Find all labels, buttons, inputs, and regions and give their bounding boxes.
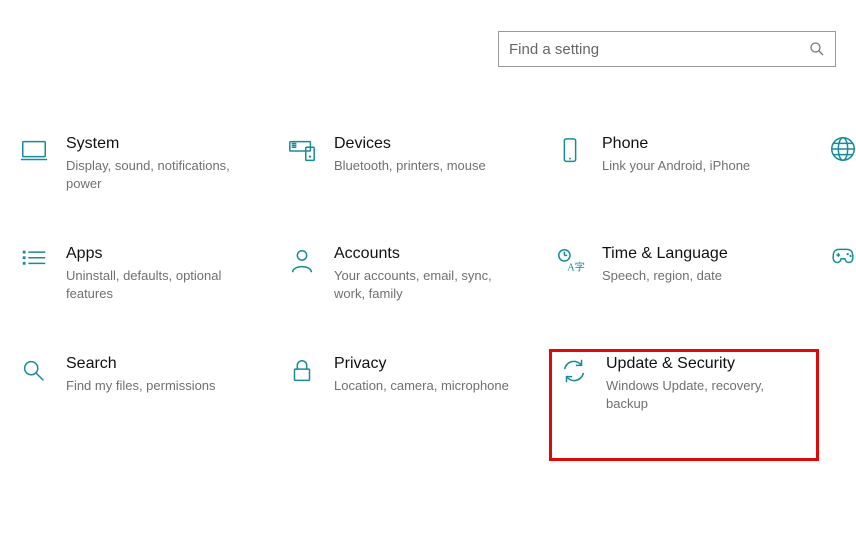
search-input[interactable] [509,41,809,58]
tile-desc: Uninstall, defaults, optional features [66,267,254,302]
tile-privacy[interactable]: Privacy Location, camera, microphone [282,350,550,460]
tile-desc: Display, sound, notifications, power [66,157,254,192]
tile-desc: Your accounts, email, sync, work, family [334,267,522,302]
tile-time-language[interactable]: A字 Time & Language Speech, region, date [550,240,818,350]
settings-grid: System Display, sound, notifications, po… [14,130,856,460]
svg-text:A字: A字 [567,260,585,273]
privacy-icon [282,354,322,386]
system-icon [14,134,54,166]
time-language-icon: A字 [550,244,590,276]
phone-icon [550,134,590,166]
tile-title: Search [66,354,216,373]
gaming-icon[interactable] [828,240,856,270]
tile-title: Accounts [334,244,522,263]
tile-title: Phone [602,134,750,153]
tile-title: System [66,134,254,153]
tile-desc: Speech, region, date [602,267,728,285]
devices-icon [282,134,322,166]
tile-desc: Windows Update, recovery, backup [606,377,790,412]
search-box[interactable] [498,31,836,67]
tile-title: Update & Security [606,354,790,373]
network-internet-icon[interactable] [828,134,856,164]
tile-desc: Link your Android, iPhone [602,157,750,175]
search-icon [809,41,825,57]
tile-update-security[interactable]: Update & Security Windows Update, recove… [550,350,818,460]
tile-apps[interactable]: Apps Uninstall, defaults, optional featu… [14,240,282,350]
tile-search[interactable]: Search Find my files, permissions [14,350,282,460]
accounts-icon [282,244,322,276]
tile-system[interactable]: System Display, sound, notifications, po… [14,130,282,240]
tile-title: Privacy [334,354,509,373]
tile-devices[interactable]: Devices Bluetooth, printers, mouse [282,130,550,240]
tile-desc: Bluetooth, printers, mouse [334,157,486,175]
tile-accounts[interactable]: Accounts Your accounts, email, sync, wor… [282,240,550,350]
update-security-icon [554,354,594,386]
tile-title: Time & Language [602,244,728,263]
apps-icon [14,244,54,276]
tile-desc: Location, camera, microphone [334,377,509,395]
tile-title: Devices [334,134,486,153]
tile-phone[interactable]: Phone Link your Android, iPhone [550,130,818,240]
tile-title: Apps [66,244,254,263]
tile-desc: Find my files, permissions [66,377,216,395]
search-category-icon [14,354,54,386]
